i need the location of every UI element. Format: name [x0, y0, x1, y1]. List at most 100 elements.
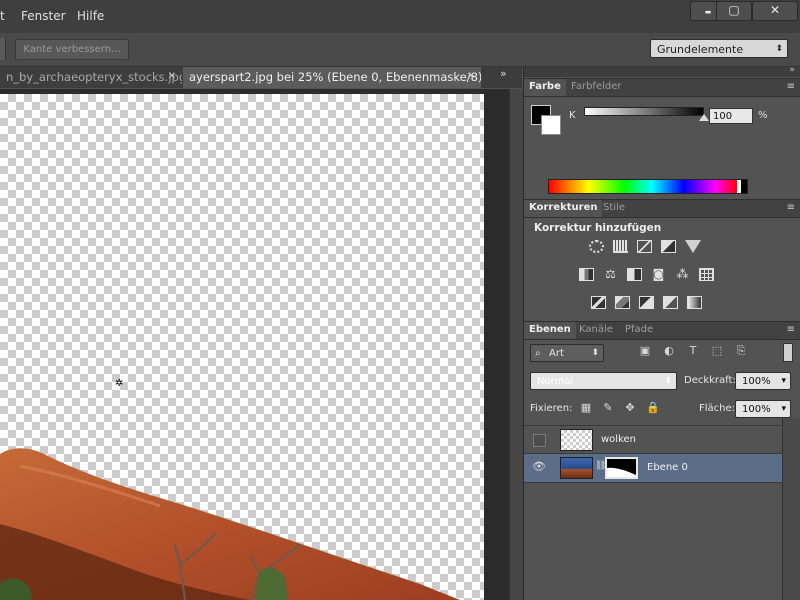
filter-pixel-icon[interactable]: ▣ — [639, 345, 651, 357]
dropdown-arrow-icon: ▾ — [781, 404, 786, 414]
background-color-swatch[interactable] — [541, 115, 561, 135]
threshold-icon[interactable] — [639, 296, 654, 309]
selective-color-icon[interactable] — [663, 296, 678, 309]
adjustments-panel-tabs: Korrekturen Stile ≡ — [524, 199, 800, 218]
invert-icon[interactable] — [591, 296, 606, 309]
maximize-button[interactable]: ▢ — [716, 1, 752, 21]
lock-position-icon[interactable]: ✥ — [624, 402, 636, 414]
mask-shape — [607, 467, 636, 477]
layer-row-wolken[interactable]: wolken — [524, 425, 782, 454]
layer-name[interactable]: wolken — [601, 434, 636, 445]
canvas-scrollbar[interactable] — [509, 89, 523, 600]
updown-arrow-icon: ⬍ — [775, 44, 783, 54]
lock-transparency-icon[interactable]: ▦ — [580, 402, 592, 414]
collapse-icon[interactable]: » — [789, 65, 795, 75]
options-bar-edge — [0, 38, 6, 60]
menu-bar: t Fenster Hilfe ▬ ▢ ✕ — [0, 0, 800, 33]
tab-document-2[interactable]: ayerspart2.jpg bei 25% (Ebene 0, Ebenenm… — [183, 67, 481, 88]
menu-item-ansicht[interactable]: t — [0, 9, 5, 23]
image-content: ✲ — [0, 378, 460, 600]
layer-filter-value: Art — [549, 348, 564, 359]
blend-mode-value: Normal — [537, 376, 574, 387]
tab-ebenen[interactable]: Ebenen — [524, 322, 576, 339]
options-bar: Kante verbessern... Grundelemente ⬍ — [0, 33, 800, 67]
eye-icon[interactable]: 👁 — [532, 461, 546, 473]
dropdown-arrow-icon: ▾ — [781, 376, 786, 386]
panel-menu-icon[interactable]: ≡ — [787, 79, 795, 95]
tab-document-1[interactable]: n_by_archaeopteryx_stocks.jpg ✕ — [0, 67, 182, 88]
document-tab-bar: n_by_archaeopteryx_stocks.jpg ✕ ayerspar… — [0, 67, 522, 88]
color-panel-tabs: Farbe Farbfelder ≡ — [524, 78, 800, 97]
blend-mode-select[interactable]: Normal ⬍ — [530, 372, 677, 390]
exposure-icon[interactable] — [661, 240, 676, 253]
panel-menu-icon[interactable]: ≡ — [787, 200, 795, 216]
fill-input[interactable]: 100% ▾ — [735, 400, 791, 418]
photo-filter-icon[interactable]: ◙ — [651, 268, 666, 281]
filter-adjustment-icon[interactable]: ◐ — [663, 345, 675, 357]
channel-mixer-icon[interactable]: ⁂ — [675, 268, 690, 281]
black-white-icon[interactable] — [627, 268, 642, 281]
layer-mask-thumbnail[interactable] — [605, 457, 638, 479]
tab-overflow-icon[interactable]: » — [500, 67, 507, 80]
lock-all-icon[interactable]: 🔒 — [646, 402, 660, 414]
visibility-toggle[interactable] — [533, 434, 546, 447]
posterize-icon[interactable] — [615, 296, 630, 309]
panel-menu-icon[interactable]: ≡ — [787, 322, 795, 338]
layer-row-ebene-0[interactable]: 👁 ⛓ Ebene 0 — [524, 454, 782, 483]
layer-thumbnail — [560, 429, 593, 451]
opacity-value: 100% — [742, 376, 771, 387]
opacity-input[interactable]: 100% ▾ — [735, 372, 791, 390]
cursor-icon: ✲ — [115, 378, 123, 389]
hue-saturation-icon[interactable] — [579, 268, 594, 281]
color-balance-icon[interactable]: ⚖ — [603, 268, 618, 281]
tab-kanaele[interactable]: Kanäle — [574, 322, 618, 339]
workspace-value: Grundelemente — [657, 43, 744, 56]
updown-arrow-icon: ⬍ — [591, 348, 599, 358]
curves-icon[interactable] — [637, 240, 652, 253]
lock-label: Fixieren: — [530, 403, 573, 414]
filter-shape-icon[interactable]: ⬚ — [711, 345, 723, 357]
filter-toggle[interactable] — [783, 343, 793, 362]
fill-label: Fläche: — [699, 403, 736, 414]
filter-smart-object-icon[interactable]: ⎘ — [735, 345, 747, 357]
layer-thumbnail — [560, 457, 593, 479]
minimize-icon: ▬ — [704, 8, 712, 16]
close-icon: ✕ — [769, 3, 781, 17]
tab-label: ayerspart2.jpg bei 25% (Ebene 0, Ebenenm… — [189, 70, 481, 84]
tab-label: n_by_archaeopteryx_stocks.jpg — [6, 70, 182, 84]
layer-name[interactable]: Ebene 0 — [647, 462, 688, 473]
workspace-select[interactable]: Grundelemente ⬍ — [650, 39, 788, 58]
brightness-icon[interactable] — [589, 240, 604, 253]
k-slider[interactable] — [584, 107, 704, 116]
tab-farbe[interactable]: Farbe — [524, 79, 566, 96]
k-unit: % — [758, 110, 768, 121]
tab-korrekturen[interactable]: Korrekturen — [524, 200, 603, 217]
k-value-input[interactable]: 100 — [709, 108, 753, 124]
refine-edge-button[interactable]: Kante verbessern... — [15, 39, 129, 60]
channel-label: K — [569, 110, 576, 121]
layers-scrollbar[interactable] — [782, 418, 800, 600]
search-icon: ⌕ — [535, 348, 541, 359]
lock-pixels-icon[interactable]: ✎ — [602, 402, 614, 414]
menu-item-fenster[interactable]: Fenster — [21, 9, 66, 23]
panel-collapse-strip: » — [524, 65, 800, 77]
filter-type-icon[interactable]: T — [687, 345, 699, 357]
document-canvas[interactable]: ✲ — [0, 94, 484, 600]
tab-pfade[interactable]: Pfade — [620, 322, 658, 339]
menu-item-hilfe[interactable]: Hilfe — [77, 9, 104, 23]
fill-value: 100% — [742, 404, 771, 415]
color-lookup-icon[interactable] — [699, 268, 714, 281]
tab-stile[interactable]: Stile — [598, 200, 630, 217]
updown-arrow-icon: ⬍ — [664, 376, 672, 386]
tab-farbfelder[interactable]: Farbfelder — [566, 79, 626, 96]
gradient-map-icon[interactable] — [687, 296, 702, 309]
levels-icon[interactable] — [613, 240, 628, 253]
opacity-label: Deckkraft: — [684, 375, 736, 386]
k-slider-thumb[interactable] — [699, 114, 709, 121]
tab-close-icon[interactable]: ✕ — [467, 67, 475, 87]
vibrance-icon[interactable] — [685, 240, 701, 253]
close-window-button[interactable]: ✕ — [752, 1, 798, 21]
layer-filter-select[interactable]: ⌕ Art ⬍ — [530, 344, 604, 362]
color-spectrum[interactable] — [548, 179, 748, 194]
tab-close-icon[interactable]: ✕ — [168, 67, 176, 87]
